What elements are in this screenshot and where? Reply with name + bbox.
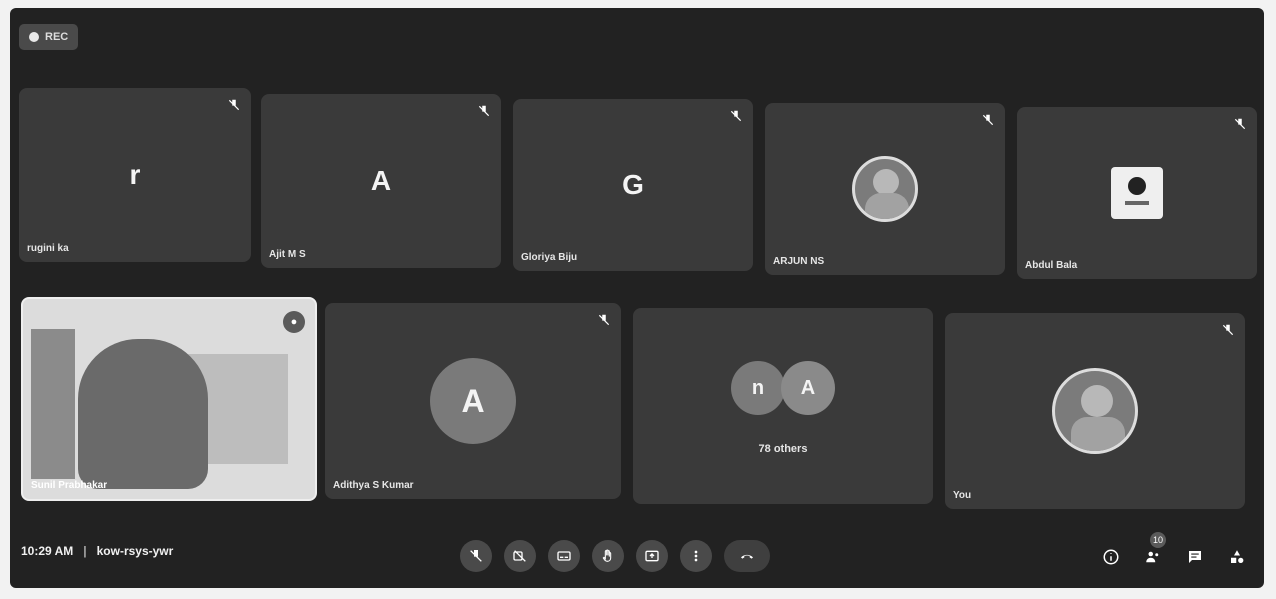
camera-off-icon (513, 550, 526, 562)
meeting-screen: REC r rugini ka A Ajit M S G Gloriya Bij… (10, 8, 1264, 588)
mic-off-icon (982, 114, 994, 126)
activities-icon (1231, 550, 1244, 563)
side-panel-controls: 10 (1100, 532, 1248, 568)
participant-name: Abdul Bala (1025, 260, 1078, 271)
mic-off-icon (478, 105, 490, 117)
participant-tile[interactable]: ARJUN NS (765, 103, 1005, 275)
participant-name: Adithya S Kumar (333, 480, 414, 491)
recording-indicator: REC (19, 24, 79, 50)
avatar-body-shape (865, 193, 909, 219)
separator: | (83, 544, 87, 558)
meeting-info: 10:29 AM | kow-rsys-ywr (21, 544, 173, 558)
activities-button[interactable] (1226, 546, 1248, 568)
others-avatar-2: A (781, 361, 835, 415)
participant-video-tile[interactable]: ● Sunil Prabhakar (21, 297, 317, 501)
participant-tile[interactable]: G Gloriya Biju (513, 99, 753, 271)
chat-button[interactable] (1184, 546, 1206, 568)
raise-hand-button[interactable] (592, 540, 624, 572)
phone-hangup-icon (741, 554, 753, 559)
record-dot-icon (29, 32, 39, 42)
mic-off-icon (1222, 324, 1234, 336)
present-screen-button[interactable] (636, 540, 668, 572)
participant-name: ARJUN NS (773, 256, 825, 267)
info-icon (1103, 549, 1119, 565)
participant-initial: r (129, 159, 141, 190)
mic-off-icon (228, 99, 240, 111)
mic-toggle-button[interactable] (460, 540, 492, 572)
avatar-body-shape (1071, 417, 1125, 451)
more-vertical-icon (694, 550, 698, 562)
others-tile[interactable]: n A 78 others (633, 308, 933, 504)
profile-image-text-line (1125, 201, 1149, 205)
avatar (1052, 368, 1138, 454)
hand-icon (602, 549, 612, 562)
call-controls (460, 540, 770, 572)
participant-tile[interactable]: Abdul Bala (1017, 107, 1257, 279)
present-icon (645, 550, 659, 562)
person-silhouette (78, 339, 208, 489)
avatar-head-shape (873, 169, 899, 195)
meeting-details-button[interactable] (1100, 546, 1122, 568)
avatar (852, 156, 918, 222)
participant-tile[interactable]: A Adithya S Kumar (325, 303, 621, 499)
mic-off-icon (470, 550, 482, 562)
participant-name: Sunil Prabhakar (31, 480, 108, 491)
participant-name: Ajit M S (269, 249, 306, 260)
participant-initial: G (622, 169, 644, 200)
participant-name: rugini ka (27, 243, 69, 254)
camera-toggle-button[interactable] (504, 540, 536, 572)
speaking-indicator-icon: ● (283, 311, 305, 333)
participant-tile[interactable]: A Ajit M S (261, 94, 501, 268)
participant-name: You (953, 490, 972, 501)
captions-button[interactable] (548, 540, 580, 572)
participants-count-badge: 10 (1150, 532, 1166, 548)
participant-initial: A (370, 165, 392, 196)
participant-tile[interactable]: r rugini ka (19, 88, 251, 262)
participant-name: Gloriya Biju (521, 252, 578, 263)
leave-call-button[interactable] (724, 540, 770, 572)
mic-off-icon (598, 314, 610, 326)
others-count: 78 others (758, 443, 808, 455)
chat-icon (1189, 551, 1201, 563)
background-door-shape (31, 329, 75, 479)
more-options-button[interactable] (680, 540, 712, 572)
others-avatar-1: n (731, 361, 785, 415)
avatar-head-shape (1081, 385, 1113, 417)
mic-off-icon (730, 110, 742, 122)
profile-image-icon (1111, 167, 1163, 219)
people-button[interactable]: 10 (1142, 532, 1166, 568)
self-tile[interactable]: You (945, 313, 1245, 509)
participant-avatar: A (430, 358, 516, 444)
mic-off-icon (1234, 118, 1246, 130)
profile-image-circle (1128, 177, 1146, 195)
recording-label: REC (45, 31, 69, 43)
people-icon (1146, 551, 1159, 563)
meeting-code: kow-rsys-ywr (96, 544, 174, 558)
captions-icon (557, 551, 571, 561)
clock-time: 10:29 AM (21, 544, 74, 558)
